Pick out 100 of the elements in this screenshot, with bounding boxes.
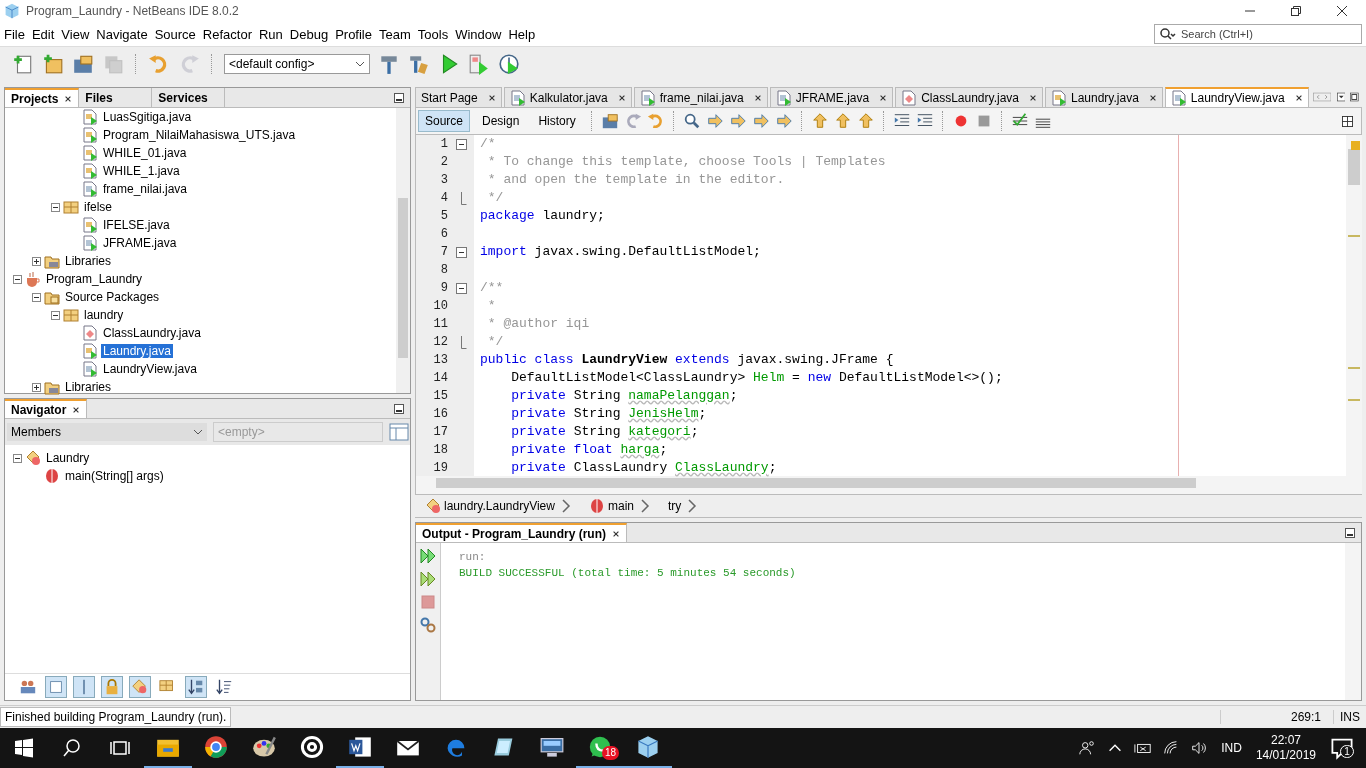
- close-icon[interactable]: [72, 405, 81, 414]
- tree-item[interactable]: LuasSgitiga.java: [101, 110, 194, 124]
- scrollbar-thumb[interactable]: [1348, 149, 1360, 185]
- find-icon[interactable]: [682, 112, 701, 130]
- bookmark-arrow-icon[interactable]: [856, 112, 875, 130]
- menu-item[interactable]: Navigate: [96, 26, 148, 42]
- new-project-icon[interactable]: [42, 53, 64, 75]
- expander-icon[interactable]: [51, 310, 60, 320]
- task-view-icon[interactable]: [110, 738, 130, 758]
- expander-icon[interactable]: [32, 382, 41, 392]
- scrollbar[interactable]: [1345, 543, 1361, 700]
- chat-bubble-taskbar-button[interactable]: 18: [576, 728, 624, 768]
- breadcrumb[interactable]: main: [586, 498, 636, 514]
- bookmark-arrow-icon[interactable]: [833, 112, 852, 130]
- expander-icon[interactable]: [32, 256, 41, 266]
- close-icon[interactable]: [753, 93, 762, 102]
- hammer-broom-icon[interactable]: [408, 53, 430, 75]
- close-icon[interactable]: [879, 93, 888, 102]
- clock[interactable]: 22:07 14/01/2019: [1255, 733, 1316, 763]
- dropdown-icon[interactable]: [1336, 90, 1346, 104]
- editor-tab[interactable]: Laundry.java: [1045, 87, 1163, 107]
- minimize-icon[interactable]: [394, 92, 404, 103]
- menu-item[interactable]: Source: [154, 26, 196, 42]
- menu-item[interactable]: Tools: [417, 26, 449, 42]
- arrow-icon[interactable]: [751, 112, 770, 130]
- tree-item[interactable]: LaundryView.java: [101, 362, 199, 376]
- tree-item[interactable]: Program_NilaiMahasiswa_UTS.java: [101, 128, 298, 142]
- menu-item[interactable]: Window: [455, 26, 502, 42]
- expander-icon[interactable]: [13, 453, 22, 463]
- new-file-icon[interactable]: [12, 53, 34, 75]
- config-dropdown[interactable]: <default config>: [224, 54, 370, 74]
- panel-tab[interactable]: Services: [152, 88, 226, 107]
- hammer-icon[interactable]: [378, 53, 400, 75]
- panel-tab[interactable]: Navigator: [5, 399, 88, 418]
- tree-item[interactable]: Laundry.java: [101, 344, 173, 358]
- tree-item[interactable]: ClassLaundry.java: [101, 326, 203, 340]
- rerun-icon[interactable]: [419, 547, 437, 565]
- breadcrumb[interactable]: try: [666, 499, 684, 513]
- search-icon[interactable]: [62, 738, 82, 758]
- menu-item[interactable]: Edit: [31, 26, 55, 42]
- menu-item[interactable]: Team: [379, 26, 411, 42]
- restore-icon[interactable]: [1290, 5, 1302, 17]
- square-icon[interactable]: [45, 676, 67, 698]
- tree-item[interactable]: Laundry: [44, 451, 92, 465]
- sort-icon[interactable]: [185, 676, 207, 698]
- tree-item[interactable]: Source Packages: [63, 290, 162, 304]
- menu-item[interactable]: Refactor: [202, 26, 252, 42]
- settings-icon[interactable]: [419, 616, 437, 634]
- gauge-icon[interactable]: [498, 53, 520, 75]
- fold-icon[interactable]: [455, 246, 467, 258]
- view-tab[interactable]: Source: [418, 110, 471, 132]
- menu-item[interactable]: Profile: [335, 26, 372, 42]
- close-icon[interactable]: [1294, 94, 1303, 102]
- bookmark-arrow-icon[interactable]: [810, 112, 829, 130]
- minimize-icon[interactable]: [394, 403, 404, 414]
- panel-tab[interactable]: Files: [79, 88, 153, 107]
- maximize-icon[interactable]: [1350, 90, 1359, 104]
- search-field[interactable]: Search (Ctrl+I): [1154, 24, 1362, 44]
- close-icon[interactable]: [1148, 93, 1157, 102]
- rerun-icon[interactable]: [419, 570, 437, 588]
- tree-item[interactable]: laundry: [82, 308, 126, 322]
- tree-item[interactable]: Libraries: [63, 254, 114, 268]
- speaker-icon[interactable]: [1190, 739, 1209, 757]
- windows-icon[interactable]: [14, 738, 34, 758]
- view-tab[interactable]: History: [531, 110, 583, 132]
- close-icon[interactable]: [617, 93, 626, 102]
- arrow-icon[interactable]: [728, 112, 747, 130]
- tree-item[interactable]: JFRAME.java: [101, 236, 179, 250]
- panel-tab[interactable]: Output - Program_Laundry (run): [416, 523, 627, 542]
- tree-item[interactable]: WHILE_01.java: [101, 146, 189, 160]
- split-icon[interactable]: [1342, 115, 1353, 127]
- close-icon[interactable]: [1336, 5, 1348, 17]
- menu-item[interactable]: View: [61, 26, 90, 42]
- menu-item[interactable]: Run: [258, 26, 283, 42]
- view-tab[interactable]: Design: [475, 110, 527, 132]
- close-icon[interactable]: [1029, 93, 1037, 102]
- editor-tab[interactable]: Kalkulator.java: [503, 87, 632, 107]
- close-icon[interactable]: [64, 94, 73, 103]
- close-icon[interactable]: [612, 529, 620, 538]
- menu-item[interactable]: Debug: [289, 26, 329, 42]
- editor-tab[interactable]: frame_nilai.java: [633, 87, 768, 107]
- editor-tab[interactable]: Start Page: [415, 87, 502, 107]
- scrollbar[interactable]: [396, 108, 410, 393]
- tree-item[interactable]: frame_nilai.java: [101, 182, 190, 196]
- scrollbar[interactable]: [1346, 135, 1362, 476]
- scrollbar-thumb[interactable]: [398, 198, 408, 358]
- fold-icon[interactable]: [455, 138, 467, 150]
- expander-icon[interactable]: [13, 274, 22, 284]
- panel-tab[interactable]: Projects: [5, 88, 80, 107]
- scrollbar[interactable]: [415, 476, 1362, 494]
- tree-item[interactable]: IFELSE.java: [101, 218, 172, 232]
- menu-item[interactable]: Help: [508, 26, 536, 42]
- people-icon[interactable]: [1078, 739, 1097, 757]
- scrollbar-thumb[interactable]: [436, 478, 1196, 488]
- minimize-icon[interactable]: [1345, 527, 1355, 538]
- expander-icon[interactable]: [32, 292, 41, 302]
- members-dropdown[interactable]: Members: [7, 423, 207, 441]
- fold-icon[interactable]: [455, 282, 467, 294]
- editor-tab[interactable]: JFRAME.java: [769, 87, 894, 107]
- close-icon[interactable]: [487, 93, 496, 102]
